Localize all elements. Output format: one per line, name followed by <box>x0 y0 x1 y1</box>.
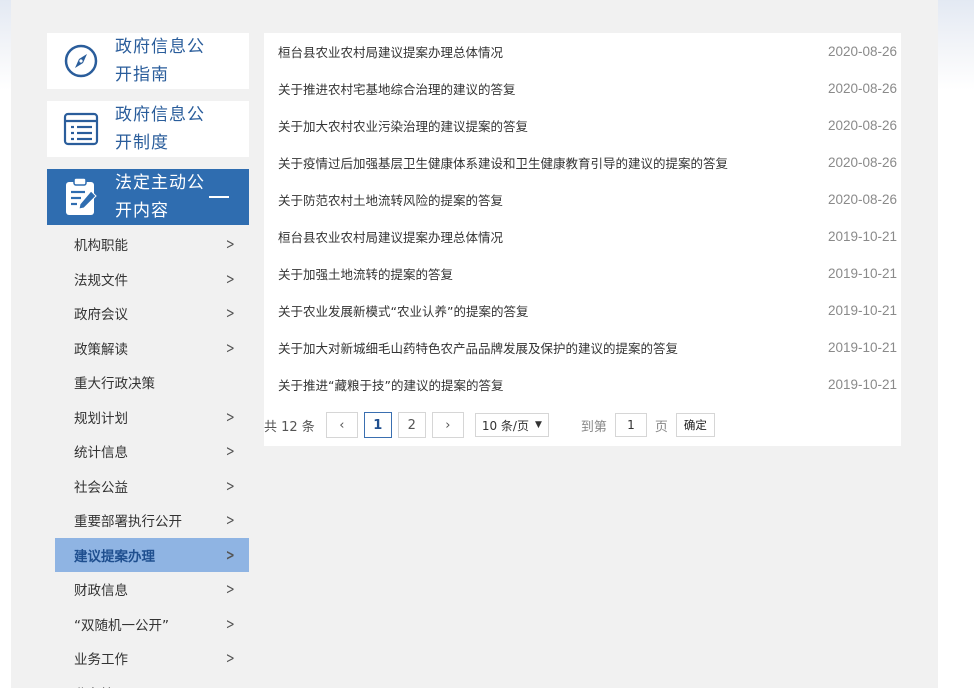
article-title-link[interactable]: 关于加大农村农业污染治理的建议提案的答复 <box>278 116 528 135</box>
sidebar-item[interactable]: 社会公益 > <box>55 469 249 504</box>
article-date: 2020-08-26 <box>827 81 897 96</box>
article-title-link[interactable]: 关于加强土地流转的提案的答复 <box>278 264 453 283</box>
category-gov-info-guide[interactable]: 政府信息公开指南 <box>47 33 249 89</box>
category-label: 政府信息公开指南 <box>115 37 205 85</box>
article-title-link[interactable]: 关于加大对新城细毛山药特色农产品品牌发展及保护的建议的提案的答复 <box>278 338 678 357</box>
sidebar-item-label: 法规文件 <box>74 272 128 289</box>
sidebar-item-label: “双随机一公开” <box>74 617 169 634</box>
sidebar-item[interactable]: 财政信息 > <box>55 572 249 607</box>
article-date: 2019-10-21 <box>827 266 897 281</box>
sidebar-item[interactable]: 业务管理 > <box>55 676 249 688</box>
next-page-button[interactable]: › <box>431 412 464 438</box>
chevron-right-icon: > <box>226 511 236 530</box>
article-row[interactable]: 关于加强土地流转的提案的答复 2019-10-21 <box>264 255 901 292</box>
sidebar-item-label: 业务工作 <box>74 652 128 669</box>
pagination: 共 12 条 ‹ 1 2 › 10 条/页 ▼ 到第 1 页 确定 <box>264 410 715 440</box>
sidebar-item-label: 业务管理 <box>74 683 128 688</box>
collapse-icon[interactable] <box>209 196 229 198</box>
article-date: 2019-10-21 <box>827 303 897 318</box>
sidebar-item[interactable]: 业务工作 > <box>55 641 249 676</box>
sidebar-item[interactable]: 政府会议 > <box>55 296 249 331</box>
goto-prefix: 到第 <box>580 419 607 435</box>
sidebar: 政府信息公开指南 政府信息公开制度 法定主动公开内容 机构职能 > 法规文件 >… <box>47 33 249 688</box>
category-gov-info-system[interactable]: 政府信息公开制度 <box>47 101 249 157</box>
total-count: 共 12 条 <box>264 419 315 435</box>
sidebar-item[interactable]: 政策解读 > <box>55 331 249 366</box>
compass-icon <box>47 43 115 79</box>
article-row[interactable]: 桓台县农业农村局建议提案办理总体情况 2019-10-21 <box>264 218 901 255</box>
sidebar-item[interactable]: 重大行政决策 <box>55 365 249 400</box>
chevron-right-icon: > <box>226 614 236 633</box>
article-row[interactable]: 关于加大农村农业污染治理的建议提案的答复 2020-08-26 <box>264 107 901 144</box>
sub-menu: 机构职能 > 法规文件 > 政府会议 > 政策解读 > 重大行政决策 规划计划 > 统计信息 > 社会公益… <box>55 227 249 688</box>
sidebar-item[interactable]: 规划计划 > <box>55 400 249 435</box>
sidebar-item-label: 财政信息 <box>74 583 128 600</box>
category-statutory-disclosure[interactable]: 法定主动公开内容 <box>47 169 249 225</box>
list-icon <box>47 112 115 146</box>
sidebar-item[interactable]: 建议提案办理 > <box>55 537 249 572</box>
article-list: 桓台县农业农村局建议提案办理总体情况 2020-08-26 关于推进农村宅基地综合治… <box>264 33 901 403</box>
article-list-panel: 桓台县农业农村局建议提案办理总体情况 2020-08-26 关于推进农村宅基地综合治… <box>264 33 901 446</box>
goto-suffix: 页 <box>654 419 668 435</box>
article-date: 2020-08-26 <box>827 155 897 170</box>
article-date: 2020-08-26 <box>827 44 897 59</box>
sidebar-item-label: 规划计划 <box>74 410 128 427</box>
sidebar-item-label: 重要部署执行公开 <box>74 514 182 531</box>
chevron-right-icon: > <box>226 580 236 599</box>
article-row[interactable]: 关于加大对新城细毛山药特色农产品品牌发展及保护的建议的提案的答复 2019-10-… <box>264 329 901 366</box>
chevron-right-icon: > <box>226 476 236 495</box>
sidebar-item-label: 社会公益 <box>74 479 128 496</box>
article-row[interactable]: 关于推进农村宅基地综合治理的建议的答复 2020-08-26 <box>264 70 901 107</box>
dropdown-arrow-icon: ▼ <box>534 420 542 430</box>
article-row[interactable]: 桓台县农业农村局建议提案办理总体情况 2020-08-26 <box>264 33 901 70</box>
sidebar-item-label: 重大行政决策 <box>74 376 155 393</box>
article-title-link[interactable]: 关于农业发展新模式“农业认养”的提案的答复 <box>278 301 528 320</box>
article-date: 2020-08-26 <box>827 118 897 133</box>
confirm-button[interactable]: 确定 <box>675 413 715 437</box>
sidebar-item[interactable]: 统计信息 > <box>55 434 249 469</box>
article-title-link[interactable]: 关于推进“藏粮于技”的建议的提案的答复 <box>278 375 503 394</box>
page-button-2[interactable]: 2 <box>397 412 426 438</box>
article-date: 2020-08-26 <box>827 192 897 207</box>
sidebar-item-label: 建议提案办理 <box>74 548 155 565</box>
sidebar-item-label: 政策解读 <box>74 341 128 358</box>
article-title-link[interactable]: 关于防范农村土地流转风险的提案的答复 <box>278 190 503 209</box>
chevron-right-icon: > <box>226 269 236 288</box>
article-row[interactable]: 关于防范农村土地流转风险的提案的答复 2020-08-26 <box>264 181 901 218</box>
article-title-link[interactable]: 桓台县农业农村局建议提案办理总体情况 <box>278 42 503 61</box>
chevron-right-icon: > <box>226 649 236 668</box>
sidebar-item[interactable]: 法规文件 > <box>55 262 249 297</box>
article-title-link[interactable]: 桓台县农业农村局建议提案办理总体情况 <box>278 227 503 246</box>
article-row[interactable]: 关于疫情过后加强基层卫生健康体系建设和卫生健康教育引导的建议的提案的答复 2020… <box>264 144 901 181</box>
clipboard-edit-icon <box>47 177 115 217</box>
chevron-right-icon: > <box>226 684 235 688</box>
sidebar-item[interactable]: “双随机一公开” > <box>55 607 249 642</box>
article-date: 2019-10-21 <box>827 377 897 392</box>
page-size-select[interactable]: 10 条/页 ▼ <box>474 413 549 437</box>
article-date: 2019-10-21 <box>827 340 897 355</box>
article-date: 2019-10-21 <box>827 229 897 244</box>
chevron-right-icon: > <box>226 235 236 254</box>
article-title-link[interactable]: 关于疫情过后加强基层卫生健康体系建设和卫生健康教育引导的建议的提案的答复 <box>278 153 728 172</box>
sidebar-item-label: 统计信息 <box>74 445 128 462</box>
page-button-1[interactable]: 1 <box>363 412 392 438</box>
chevron-right-icon: > <box>226 407 236 426</box>
sidebar-item[interactable]: 机构职能 > <box>55 227 249 262</box>
prev-page-button[interactable]: ‹ <box>325 412 358 438</box>
sidebar-item-label: 政府会议 <box>74 307 128 324</box>
chevron-right-icon: > <box>226 545 236 564</box>
chevron-right-icon: > <box>226 338 236 357</box>
article-row[interactable]: 关于农业发展新模式“农业认养”的提案的答复 2019-10-21 <box>264 292 901 329</box>
goto-page-input[interactable]: 1 <box>614 413 647 437</box>
article-row[interactable]: 关于推进“藏粮于技”的建议的提案的答复 2019-10-21 <box>264 366 901 403</box>
article-title-link[interactable]: 关于推进农村宅基地综合治理的建议的答复 <box>278 79 516 98</box>
chevron-right-icon: > <box>226 304 236 323</box>
page-size-value: 10 条/页 <box>481 418 529 433</box>
category-label: 政府信息公开制度 <box>115 105 205 153</box>
category-label: 法定主动公开内容 <box>115 173 205 221</box>
sidebar-item-label: 机构职能 <box>74 238 128 255</box>
sidebar-item[interactable]: 重要部署执行公开 > <box>55 503 249 538</box>
chevron-right-icon: > <box>226 442 236 461</box>
